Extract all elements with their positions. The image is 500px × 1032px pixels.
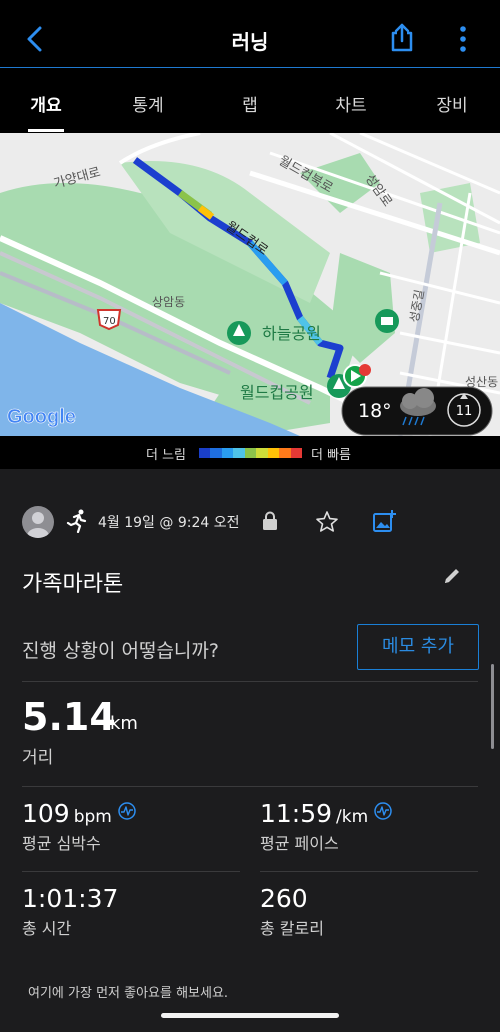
total-calories-label: 총 칼로리 [260, 919, 324, 938]
divider [260, 871, 478, 872]
add-photo-icon[interactable] [372, 509, 396, 533]
total-time-label: 총 시간 [22, 919, 72, 938]
activity-meta-row: 4월 19일 @ 9:24 오전 [0, 469, 500, 569]
map-label-haneul-park: 하늘공원 [262, 324, 321, 343]
tab-gear[interactable]: 장비 [412, 91, 492, 116]
avg-pace-label: 평균 페이스 [260, 834, 339, 853]
pace-color-swatch [244, 448, 257, 458]
total-calories-stat: 260 총 칼로리 [260, 884, 324, 939]
total-calories-value: 260 [260, 884, 308, 913]
running-icon [66, 509, 87, 533]
pace-color-swatch [221, 448, 234, 458]
avg-heart-rate-value: 109 [22, 799, 70, 828]
route-map[interactable]: 70 가양대로 월드컵북로 성암로 월드컵로 상암동 하늘공원 월드컵공원 성중… [0, 133, 500, 436]
tab-bar: 개요 통계 랩 차트 장비 [0, 69, 500, 133]
pace-color-swatch [256, 448, 268, 458]
pace-legend: 더 느림 더 빠름 [0, 436, 500, 468]
legend-slow-label: 더 느림 [146, 448, 187, 463]
avatar[interactable] [22, 506, 54, 538]
divider [22, 786, 478, 787]
map-canvas: 70 가양대로 월드컵북로 성암로 월드컵로 상암동 하늘공원 월드컵공원 성중… [0, 133, 500, 436]
total-time-value: 1:01:37 [22, 884, 119, 913]
pace-color-swatch [279, 448, 291, 458]
legend-fast-label: 더 빠름 [311, 448, 352, 463]
share-icon[interactable] [388, 22, 416, 52]
lock-icon[interactable] [262, 511, 278, 531]
divider [22, 871, 240, 872]
edit-pencil-icon[interactable] [442, 566, 462, 586]
map-label-sangamdong: 상암동 [152, 295, 185, 309]
pace-color-swatch [199, 448, 211, 458]
avg-heart-rate-unit: bpm [73, 807, 112, 827]
distance-unit: km [110, 713, 138, 734]
activity-card: 4월 19일 @ 9:24 오전 가족마라톤 진행 상황이 어떻습니까? 메모 … [0, 469, 500, 1032]
star-icon[interactable] [315, 510, 339, 534]
page-title: 러닝 [231, 30, 269, 54]
home-indicator[interactable] [161, 1013, 339, 1018]
heart-rate-info-icon[interactable] [118, 802, 136, 820]
top-app-bar: 러닝 [0, 0, 500, 68]
pace-color-bar [199, 448, 302, 458]
avg-heart-rate-label: 평균 심박수 [22, 834, 101, 853]
more-vertical-icon[interactable] [456, 24, 470, 54]
wind-speed: 11 [456, 404, 473, 419]
pace-color-swatch [233, 448, 245, 458]
avg-pace-unit: /km [336, 807, 369, 827]
tab-stats[interactable]: 통계 [108, 91, 188, 116]
activity-name: 가족마라톤 [22, 572, 124, 597]
pace-info-icon[interactable] [374, 802, 392, 820]
divider [22, 681, 478, 682]
finish-marker-icon [359, 364, 371, 376]
active-tab-indicator [28, 129, 64, 132]
notes-prompt: 진행 상황이 어떻습니까? [22, 640, 219, 662]
tab-laps[interactable]: 랩 [210, 91, 290, 116]
avg-heart-rate-stat: 109 bpm 평균 심박수 [22, 799, 136, 854]
avg-pace-stat: 11:59/km 평균 페이스 [260, 799, 392, 854]
pace-color-swatch [290, 448, 302, 458]
tab-overview[interactable]: 개요 [6, 91, 86, 116]
scrollbar[interactable] [491, 664, 494, 749]
pace-color-swatch [210, 448, 222, 458]
avg-pace-value: 11:59 [260, 799, 333, 828]
google-logo: Google [7, 406, 76, 428]
map-label-route-70: 70 [103, 316, 116, 327]
pace-color-swatch [267, 448, 280, 458]
distance-label: 거리 [22, 748, 54, 768]
distance-value: 5.14 [22, 695, 116, 739]
activity-datetime: 4월 19일 @ 9:24 오전 [98, 515, 240, 531]
map-label-worldcup-park: 월드컵공원 [240, 383, 314, 402]
like-prompt[interactable]: 여기에 가장 먼저 좋아요를 해보세요. [28, 982, 228, 1001]
tab-charts[interactable]: 차트 [311, 91, 391, 116]
weather-temp: 18° [358, 400, 392, 422]
weather-badge: 18° 11 [341, 386, 493, 436]
total-time-stat: 1:01:37 총 시간 [22, 884, 118, 939]
add-memo-button[interactable]: 메모 추가 [357, 624, 479, 670]
